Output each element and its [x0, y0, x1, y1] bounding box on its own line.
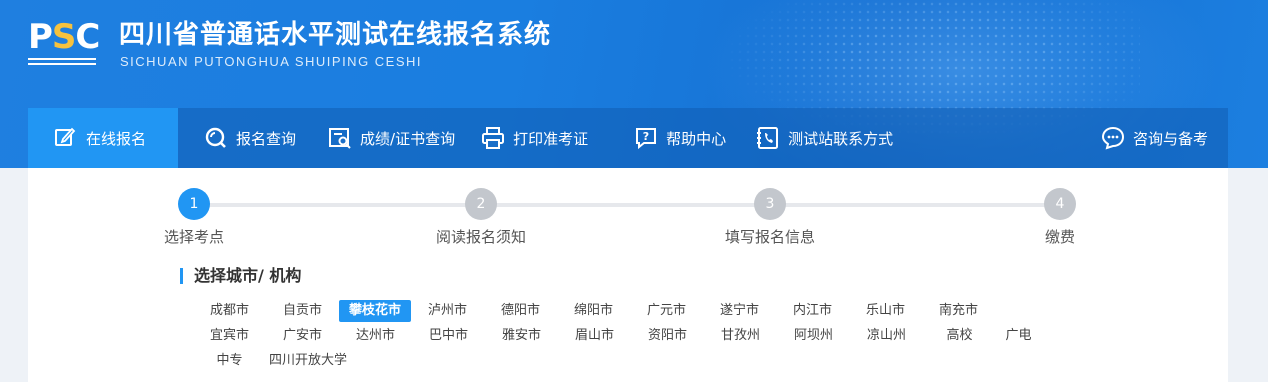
printer-icon: [481, 126, 505, 150]
city-option[interactable]: 南充市: [922, 300, 995, 322]
city-row: 宜宾市 广安市 达州市 巴中市 雅安市 眉山市 资阳市 甘孜州 阿坝州 凉山州 …: [193, 323, 1043, 348]
nav-online-registration[interactable]: 在线报名: [28, 108, 178, 168]
site-title: 四川省普通话水平测试在线报名系统: [119, 20, 552, 50]
main-nav: 在线报名 报名查询 成绩/证书查询 打印准考证 ? 帮助中心 测试站联系方式 咨…: [28, 108, 1228, 168]
step-4-label: 缴费: [1044, 228, 1076, 246]
city-option[interactable]: 凉山州: [850, 325, 923, 347]
psc-logo: PSC: [28, 17, 100, 68]
logo-book-lines: [28, 58, 96, 65]
city-row: 成都市 自贡市 攀枝花市 泸州市 德阳市 绵阳市 广元市 遂宁市 内江市 乐山市…: [193, 298, 1043, 323]
search-icon: [204, 126, 228, 150]
step-progress: 1 选择考点 2 阅读报名须知 3 填写报名信息 4 缴费: [28, 168, 1228, 258]
step-3-circle: 3: [754, 188, 786, 220]
city-option[interactable]: 高校: [923, 325, 996, 347]
city-option[interactable]: 中专: [193, 350, 266, 372]
city-option[interactable]: 资阳市: [631, 325, 704, 347]
city-option[interactable]: 成都市: [193, 300, 266, 322]
city-option[interactable]: 达州市: [339, 325, 412, 347]
nav-test-station-contact[interactable]: 测试站联系方式: [756, 108, 893, 168]
step-4-circle: 4: [1044, 188, 1076, 220]
city-option-selected[interactable]: 攀枝花市: [339, 299, 411, 322]
site-subtitle: SICHUAN PUTONGHUA SHUIPING CESHI: [120, 54, 423, 69]
svg-text:?: ?: [643, 130, 649, 143]
city-option[interactable]: 绵阳市: [557, 300, 630, 322]
city-option[interactable]: 内江市: [776, 300, 849, 322]
city-option[interactable]: 阿坝州: [777, 325, 850, 347]
city-option[interactable]: 德阳市: [484, 300, 557, 322]
phone-book-icon: [756, 126, 780, 150]
city-option[interactable]: 泸州市: [411, 300, 484, 322]
nav-score-certificate-query[interactable]: 成绩/证书查询: [328, 108, 455, 168]
help-icon: ?: [634, 126, 658, 150]
city-selector: 成都市 自贡市 攀枝花市 泸州市 德阳市 绵阳市 广元市 遂宁市 内江市 乐山市…: [193, 298, 1043, 373]
city-option[interactable]: 乐山市: [849, 300, 922, 322]
nav-registration-query[interactable]: 报名查询: [204, 108, 296, 168]
nav-help-center[interactable]: ? 帮助中心: [634, 108, 726, 168]
city-option[interactable]: 眉山市: [558, 325, 631, 347]
edit-icon: [54, 126, 78, 150]
city-option[interactable]: 巴中市: [412, 325, 485, 347]
nav-label: 帮助中心: [666, 129, 727, 148]
certificate-search-icon: [328, 126, 352, 150]
logo-text: PSC: [28, 17, 100, 57]
nav-label: 打印准考证: [513, 129, 589, 148]
nav-label: 测试站联系方式: [788, 129, 894, 148]
nav-consult-prepare[interactable]: 咨询与备考: [1101, 108, 1228, 168]
step-2-label: 阅读报名须知: [435, 228, 527, 246]
section-title: 选择城市/ 机构: [180, 265, 301, 287]
city-option[interactable]: 自贡市: [266, 300, 339, 322]
city-option[interactable]: 广元市: [630, 300, 703, 322]
step-1-circle: 1: [178, 188, 210, 220]
city-option[interactable]: 四川开放大学: [266, 350, 350, 372]
nav-print-admission[interactable]: 打印准考证: [481, 108, 588, 168]
chat-icon: [1101, 126, 1125, 150]
header-banner: PSC 四川省普通话水平测试在线报名系统 SICHUAN PUTONGHUA S…: [0, 0, 1268, 168]
city-option[interactable]: 遂宁市: [703, 300, 776, 322]
city-option[interactable]: 广电: [996, 325, 1041, 347]
nav-label: 成绩/证书查询: [360, 129, 456, 148]
nav-label: 在线报名: [86, 129, 147, 148]
city-option[interactable]: 广安市: [266, 325, 339, 347]
registration-panel: 1 选择考点 2 阅读报名须知 3 填写报名信息 4 缴费 选择城市/ 机构 成…: [28, 168, 1228, 382]
step-3-label: 填写报名信息: [724, 228, 816, 246]
step-track: [194, 203, 1066, 207]
city-row: 中专 四川开放大学: [193, 348, 1043, 373]
step-1-label: 选择考点: [163, 228, 225, 246]
nav-label: 咨询与备考: [1132, 129, 1208, 148]
city-option[interactable]: 宜宾市: [193, 325, 266, 347]
city-option[interactable]: 雅安市: [485, 325, 558, 347]
nav-label: 报名查询: [236, 129, 297, 148]
city-option[interactable]: 甘孜州: [704, 325, 777, 347]
step-2-circle: 2: [465, 188, 497, 220]
